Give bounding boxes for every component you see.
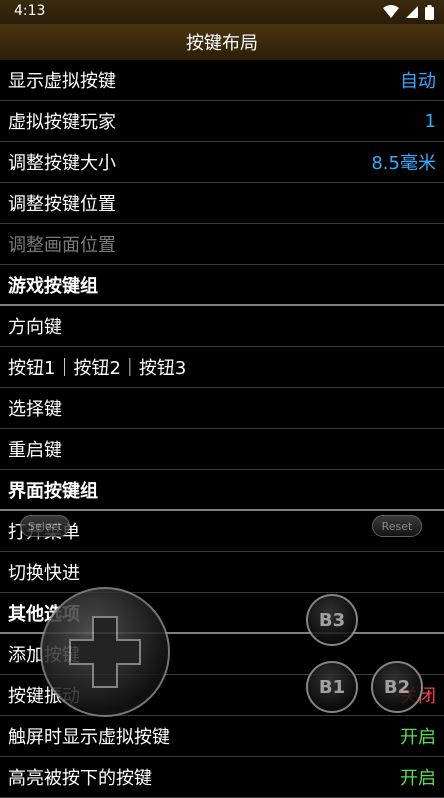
settings-row[interactable]: 方向键 bbox=[0, 306, 444, 347]
section-header: 界面按键组 bbox=[0, 470, 444, 511]
virtual-b1-button[interactable]: B1 bbox=[306, 661, 358, 713]
settings-row[interactable]: 高亮被按下的按键 开启 bbox=[0, 757, 444, 798]
virtual-b2-button[interactable]: B2 bbox=[371, 661, 423, 713]
status-time: 4:13 bbox=[14, 3, 46, 19]
status-icons bbox=[383, 4, 434, 20]
settings-row[interactable]: 显示虚拟按键 自动 bbox=[0, 60, 444, 101]
section-header-label: 游戏按键组 bbox=[8, 275, 98, 297]
settings-row-label: 选择键 bbox=[8, 399, 62, 420]
settings-row[interactable]: 按钮1｜按钮2｜按钮3 bbox=[0, 347, 444, 388]
section-header: 游戏按键组 bbox=[0, 265, 444, 306]
dpad-cross-icon bbox=[69, 616, 141, 688]
settings-row-label: 重启键 bbox=[8, 440, 62, 461]
settings-row-value: 8.5毫米 bbox=[371, 153, 436, 174]
settings-row[interactable]: 选择键 bbox=[0, 388, 444, 429]
settings-row-label: 显示虚拟按键 bbox=[8, 71, 116, 92]
status-bar: 4:13 bbox=[0, 0, 444, 24]
settings-row-value: 自动 bbox=[400, 71, 436, 92]
settings-row[interactable]: 触屏时显示虚拟按键 开启 bbox=[0, 716, 444, 757]
settings-row-label: 方向键 bbox=[8, 317, 62, 338]
settings-row[interactable]: 切换快进 bbox=[0, 552, 444, 593]
settings-row-label: 虚拟按键玩家 bbox=[8, 112, 116, 133]
settings-row: 调整画面位置 bbox=[0, 224, 444, 265]
settings-row-label: 调整按键大小 bbox=[8, 153, 116, 174]
settings-row-label: 按钮1｜按钮2｜按钮3 bbox=[8, 358, 187, 379]
virtual-select-button[interactable]: Select bbox=[20, 515, 70, 537]
settings-row-value: 1 bbox=[424, 110, 436, 132]
settings-row[interactable]: 调整按键大小 8.5毫米 bbox=[0, 142, 444, 183]
settings-row[interactable]: 调整按键位置 bbox=[0, 183, 444, 224]
battery-icon bbox=[425, 4, 434, 20]
settings-row-value: 开启 bbox=[400, 768, 436, 789]
settings-row-label: 调整画面位置 bbox=[8, 235, 116, 256]
virtual-b3-button[interactable]: B3 bbox=[306, 594, 358, 646]
settings-row-label: 触屏时显示虚拟按键 bbox=[8, 727, 170, 748]
settings-row-label: 切换快进 bbox=[8, 563, 80, 584]
signal-icon bbox=[406, 6, 418, 18]
settings-row-label: 调整按键位置 bbox=[8, 194, 116, 215]
settings-row[interactable]: 虚拟按键玩家 1 bbox=[0, 101, 444, 142]
settings-row-label: 高亮被按下的按键 bbox=[8, 768, 152, 789]
page-title: 按键布局 bbox=[0, 24, 444, 60]
settings-row[interactable]: 重启键 bbox=[0, 429, 444, 470]
section-header-label: 界面按键组 bbox=[8, 480, 98, 502]
settings-row-value: 开启 bbox=[400, 727, 436, 748]
wifi-icon bbox=[383, 5, 399, 18]
virtual-reset-button[interactable]: Reset bbox=[372, 515, 422, 537]
virtual-dpad[interactable] bbox=[40, 587, 170, 717]
